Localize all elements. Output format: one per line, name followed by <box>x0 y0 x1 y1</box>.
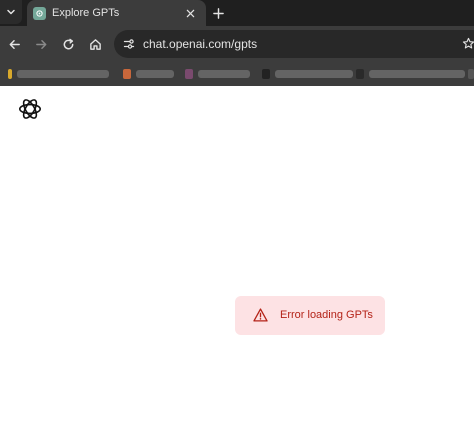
home-button[interactable] <box>85 34 105 54</box>
bookmark-favicon-icon <box>185 69 193 79</box>
back-icon <box>9 39 20 49</box>
bookmark-item[interactable] <box>356 68 465 80</box>
bookmarks-bar <box>0 62 474 86</box>
site-info-button[interactable] <box>120 35 138 53</box>
warning-icon <box>253 308 268 322</box>
openai-logo-icon[interactable] <box>17 96 43 122</box>
new-tab-button[interactable] <box>208 3 228 23</box>
bookmark-favicon-icon <box>356 69 364 79</box>
url-text: chat.openai.com/gpts <box>143 37 258 51</box>
back-button[interactable] <box>4 34 24 54</box>
tab-title: Explore GPTs <box>52 7 120 19</box>
bookmark-item[interactable] <box>262 68 353 80</box>
reload-button[interactable] <box>58 34 78 54</box>
address-bar[interactable]: chat.openai.com/gpts <box>114 30 474 58</box>
bookmark-favicon-icon <box>123 69 131 79</box>
tab-explore-gpts[interactable]: Explore GPTs <box>27 0 206 26</box>
bookmark-item[interactable] <box>468 68 474 80</box>
close-tab-icon[interactable] <box>181 4 199 22</box>
page-content: Error loading GPTs <box>0 86 474 438</box>
home-icon <box>89 38 101 50</box>
bookmark-star-button[interactable] <box>459 34 474 52</box>
bookmark-item[interactable] <box>8 68 109 80</box>
forward-button[interactable] <box>31 34 51 54</box>
tab-strip: Explore GPTs <box>0 0 474 26</box>
bookmark-favicon-icon <box>8 69 12 79</box>
site-info-icon <box>123 39 135 49</box>
browser-window: Explore GPTs chat.openai.com/gpts Error … <box>0 0 474 438</box>
reload-icon <box>63 38 73 49</box>
plus-icon <box>212 7 224 19</box>
bookmark-item[interactable] <box>185 68 250 80</box>
bookmark-item[interactable] <box>123 68 174 80</box>
error-toast: Error loading GPTs <box>235 296 385 335</box>
chevron-down-icon <box>7 9 15 15</box>
bookmark-favicon-icon <box>468 69 474 79</box>
openai-favicon-icon <box>33 6 46 20</box>
error-message: Error loading GPTs <box>280 309 373 321</box>
forward-icon <box>35 39 46 49</box>
bookmark-star-icon <box>462 37 474 49</box>
tab-search-button[interactable] <box>0 0 22 24</box>
bookmark-favicon-icon <box>262 69 270 79</box>
browser-toolbar: chat.openai.com/gpts <box>0 26 474 62</box>
